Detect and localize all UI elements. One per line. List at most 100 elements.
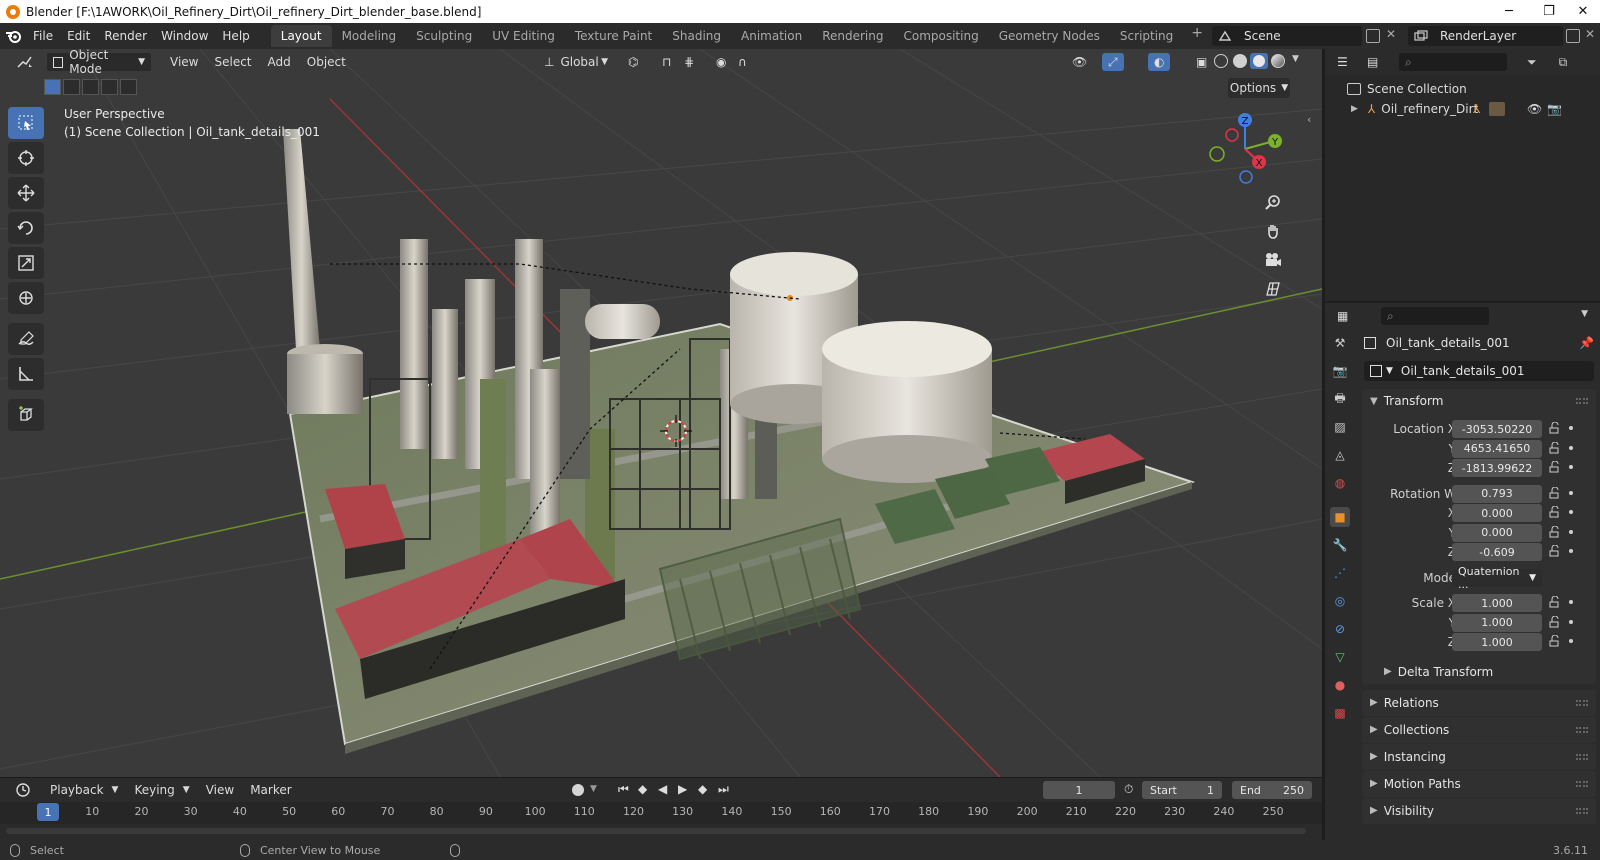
scene-properties-icon[interactable]: ◬ [1330, 445, 1350, 465]
transform-orientation-dropdown[interactable]: ⊥ Global ▼ [538, 52, 614, 72]
render-properties-icon[interactable]: 📷 [1330, 361, 1350, 381]
properties-editor-type-icon[interactable]: ▦ [1331, 306, 1363, 326]
keyframe-dot-icon[interactable] [1569, 426, 1573, 430]
new-view-layer-icon[interactable] [1566, 29, 1580, 43]
jump-next-keyframe-icon[interactable]: ◆ [698, 782, 707, 796]
keyframe-dot-icon[interactable] [1569, 600, 1573, 604]
tab-sculpting[interactable]: Sculpting [406, 25, 482, 47]
keyframe-dot-icon[interactable] [1569, 465, 1573, 469]
ortho-grid-icon[interactable] [1260, 276, 1286, 302]
outliner-search-input[interactable]: ⌕ [1399, 53, 1507, 71]
material-properties-icon[interactable]: ● [1330, 675, 1350, 695]
location-y-field[interactable]: 4653.41650 [1452, 439, 1542, 458]
close-button[interactable]: ✕ [1566, 0, 1600, 23]
pan-hand-icon[interactable] [1260, 218, 1286, 244]
camera-view-icon[interactable] [1260, 247, 1286, 273]
tab-modeling[interactable]: Modeling [332, 25, 407, 47]
drag-grip-icon[interactable] [1576, 398, 1588, 404]
new-scene-icon[interactable] [1366, 29, 1380, 43]
object-mode-dropdown[interactable]: Object Mode ▼ [46, 49, 152, 76]
pivot-point-icon[interactable]: ⌬ [622, 52, 644, 72]
view-layer-selector[interactable]: RenderLayer [1408, 26, 1563, 46]
object-datablock-field[interactable]: ▼ Oil_tank_details_001 [1364, 361, 1594, 381]
tab-rendering[interactable]: Rendering [812, 25, 893, 47]
tab-layout[interactable]: Layout [270, 25, 332, 47]
use-preview-range-clock-icon[interactable]: ⏱ [1124, 782, 1133, 797]
delta-transform-subpanel[interactable]: ▶ Delta Transform [1362, 660, 1596, 684]
constraints-properties-icon[interactable]: ⊘ [1330, 619, 1350, 639]
display-mode-icon[interactable]: ▤ [1361, 52, 1391, 72]
wireframe-shading-icon[interactable] [1214, 54, 1228, 68]
blender-logo-icon[interactable] [0, 23, 26, 49]
lock-icon[interactable] [1549, 544, 1561, 557]
menu-edit[interactable]: Edit [60, 25, 97, 47]
lock-icon[interactable] [1549, 441, 1561, 454]
scene-render[interactable] [0, 49, 1322, 777]
shading-options-chevron-icon[interactable]: ▼ [1292, 54, 1299, 64]
cursor-tool-icon[interactable] [8, 142, 44, 174]
scale-y-field[interactable]: 1.000 [1452, 613, 1542, 632]
particles-properties-icon[interactable]: ⋰ [1330, 563, 1350, 583]
texture-properties-icon[interactable]: ▩ [1330, 703, 1350, 723]
tool-properties-icon[interactable]: ⚒ [1330, 333, 1350, 353]
drag-grip-icon[interactable] [1576, 726, 1588, 733]
select-extend-icon[interactable] [63, 79, 80, 95]
menu-file[interactable]: File [26, 25, 60, 47]
gizmo-toggle-icon[interactable]: ⤢ [1102, 53, 1124, 71]
object-properties-icon[interactable]: ■ [1330, 507, 1350, 527]
keyframe-dot-icon[interactable] [1569, 529, 1573, 534]
xray-icon[interactable]: ▣ [1190, 52, 1213, 72]
motion-paths-panel[interactable]: ▶ Motion Paths [1362, 770, 1596, 797]
new-collection-icon[interactable]: ⧉ [1559, 55, 1568, 70]
object-data-properties-icon[interactable]: ▽ [1330, 647, 1350, 667]
current-frame-field[interactable]: 1 [1043, 781, 1115, 799]
zoom-icon[interactable] [1260, 189, 1286, 215]
keyframe-dot-icon[interactable] [1569, 445, 1573, 450]
rotation-y-field[interactable]: 0.000 [1452, 523, 1542, 542]
lock-icon[interactable] [1549, 634, 1561, 647]
add-cube-tool-icon[interactable] [8, 399, 44, 431]
record-keyframe-icon[interactable] [572, 784, 584, 796]
outliner-scene-collection[interactable]: Scene Collection [1325, 79, 1600, 99]
lock-icon[interactable] [1549, 421, 1561, 434]
tab-compositing[interactable]: Compositing [893, 25, 988, 47]
overlay-toggle-icon[interactable]: ◐ [1148, 53, 1171, 71]
location-z-field[interactable]: -1813.99622 [1452, 459, 1542, 477]
timeline-menu-marker[interactable]: Marker [242, 783, 299, 797]
transform-tool-icon[interactable] [8, 282, 44, 314]
lock-icon[interactable] [1549, 595, 1561, 608]
rotation-w-field[interactable]: 0.793 [1452, 484, 1542, 503]
modifier-properties-icon[interactable]: 🔧 [1330, 535, 1350, 555]
eye-visibility-icon[interactable]: 👁 [1527, 102, 1542, 116]
play-icon[interactable]: ▶ [678, 782, 687, 796]
jump-start-icon[interactable]: ⏮ [618, 782, 629, 797]
tab-shading[interactable]: Shading [662, 25, 731, 47]
timeline-menu-playback[interactable]: Playback [42, 783, 112, 797]
pin-icon[interactable]: 📌 [1579, 336, 1594, 350]
timeline-editor-type-icon[interactable] [10, 780, 42, 800]
navigation-gizmo[interactable]: Z Y X [1208, 109, 1288, 189]
timeline-menu-view[interactable]: View [198, 783, 242, 797]
lock-icon[interactable] [1549, 460, 1561, 473]
rendered-shading-icon[interactable] [1271, 54, 1285, 68]
viewport-menu-select[interactable]: Select [206, 55, 259, 69]
select-invert-icon[interactable] [101, 79, 118, 95]
filter-icon[interactable]: ⏷ [1527, 55, 1537, 70]
falloff-icon[interactable]: ∩ [732, 52, 753, 72]
play-reverse-icon[interactable]: ◀ [658, 782, 667, 796]
lock-icon[interactable] [1549, 615, 1561, 628]
properties-search-input[interactable]: ⌕ [1381, 307, 1489, 325]
delete-view-layer-icon[interactable]: ✕ [1585, 27, 1595, 41]
menu-render[interactable]: Render [97, 25, 154, 47]
output-properties-icon[interactable]: 🖶 [1330, 389, 1350, 409]
sidebar-toggle-chevron-icon[interactable]: ‹ [1307, 113, 1311, 126]
options-dropdown[interactable]: Options ▼ [1228, 78, 1290, 98]
measure-tool-icon[interactable] [8, 358, 44, 390]
solid-shading-icon[interactable] [1233, 54, 1247, 68]
jump-prev-keyframe-icon[interactable]: ◆ [638, 782, 647, 796]
keyframe-dot-icon[interactable] [1569, 549, 1573, 553]
menu-window[interactable]: Window [154, 25, 215, 47]
snap-icon[interactable]: ⊓ [656, 52, 677, 72]
scale-x-field[interactable]: 1.000 [1452, 594, 1542, 612]
tab-uv-editing[interactable]: UV Editing [482, 25, 565, 47]
